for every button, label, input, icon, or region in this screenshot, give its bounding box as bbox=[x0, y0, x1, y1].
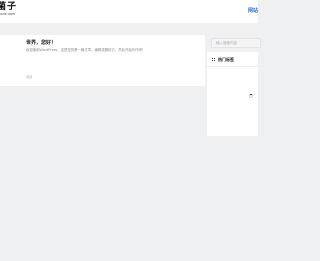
widget-header: 热门标签 bbox=[207, 52, 258, 67]
search-input[interactable]: 输入搜索内容 bbox=[211, 38, 261, 48]
site-logo[interactable]: 菌子 bbox=[0, 2, 17, 12]
tags-widget: 热门标签 bbox=[207, 52, 258, 136]
widget-title: 热门标签 bbox=[218, 57, 234, 62]
post-meta: 阅读 bbox=[26, 75, 33, 79]
post-excerpt: 欢迎使用WordPress。这是您的第一篇文章。编辑或删除它，然后开始写作吧！ bbox=[26, 48, 146, 52]
grid-icon bbox=[212, 58, 215, 61]
post-title[interactable]: 世界，您好！ bbox=[26, 40, 56, 46]
site-logo-subtitle: ucd.com bbox=[0, 12, 15, 16]
site-header: 菌子 ucd.com 网站 bbox=[0, 0, 258, 23]
post-card: 世界，您好！ 欢迎使用WordPress。这是您的第一篇文章。编辑或删除它，然后… bbox=[0, 35, 205, 86]
loading-spinner-icon bbox=[249, 94, 253, 98]
search-placeholder: 输入搜索内容 bbox=[216, 41, 237, 45]
nav-link[interactable]: 网站 bbox=[248, 8, 258, 14]
